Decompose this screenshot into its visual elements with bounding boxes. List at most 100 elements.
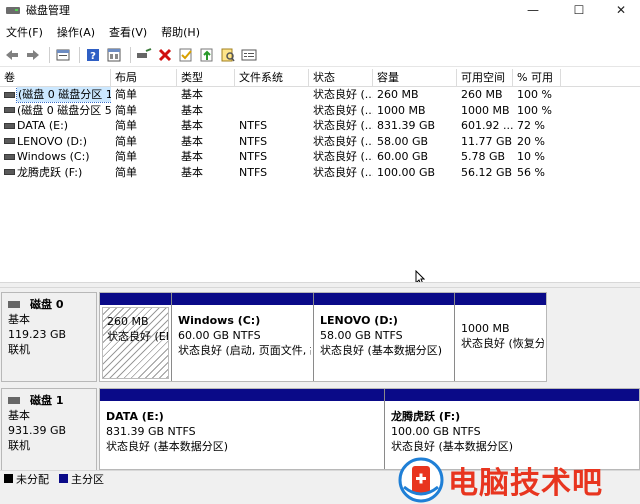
- partition-bar: [172, 293, 313, 305]
- back-icon[interactable]: [3, 46, 21, 64]
- toolbar: ?: [0, 43, 640, 67]
- free-space-cell: 5.78 GB: [461, 150, 506, 163]
- column-header-layout[interactable]: 布局: [111, 69, 177, 87]
- partition-bar: [314, 293, 454, 305]
- partition-state: 状态良好 (基本数据分区): [320, 344, 443, 357]
- search-icon[interactable]: [219, 46, 237, 64]
- status-cell: 状态良好 (...: [313, 165, 373, 179]
- menu-action[interactable]: 操作(A): [50, 24, 102, 40]
- table-row[interactable]: DATA (E:) 简单 基本 NTFS 状态良好 (... 831.39 GB…: [0, 118, 640, 134]
- table-row[interactable]: (磁盘 0 磁盘分区 1) 简单 基本 状态良好 (... 260 MB 260…: [0, 87, 640, 103]
- disk-0-label[interactable]: 磁盘 0 基本 119.23 GB 联机: [1, 292, 97, 382]
- free-space-cell: 601.92 ...: [461, 119, 513, 132]
- partition-size: 831.39 GB NTFS: [106, 425, 196, 438]
- partition-state: 状态良好 (启动, 页面文件, 故障转储, 基本数据分区): [178, 344, 311, 357]
- check-icon[interactable]: [177, 46, 195, 64]
- volume-list-header: 卷 布局 类型 文件系统 状态 容量 可用空间 % 可用: [0, 69, 640, 87]
- column-header-status[interactable]: 状态: [309, 69, 373, 87]
- toolbar-separator: [79, 46, 80, 63]
- connect-icon[interactable]: [135, 46, 153, 64]
- import-icon[interactable]: [198, 46, 216, 64]
- capacity-cell: 260 MB: [377, 88, 419, 101]
- minimize-button[interactable]: —: [510, 0, 556, 20]
- menu-bar: 文件(F) 操作(A) 查看(V) 帮助(H): [0, 22, 640, 42]
- menu-file[interactable]: 文件(F): [0, 24, 50, 40]
- menu-view[interactable]: 查看(V): [102, 24, 154, 40]
- partition-efi[interactable]: 260 MB 状态良好 (EFI 系统分区): [100, 293, 171, 381]
- partition-title: Windows (C:): [178, 314, 261, 327]
- partition-size: 58.00 GB NTFS: [320, 329, 403, 342]
- disk-name: 磁盘 0: [30, 298, 64, 311]
- capacity-cell: 831.39 GB: [377, 119, 436, 132]
- percent-free-cell: 56 %: [517, 165, 545, 179]
- capacity-cell: 1000 MB: [377, 103, 426, 117]
- help-icon[interactable]: ?: [84, 46, 102, 64]
- volume-icon: [4, 169, 15, 176]
- column-header-capacity[interactable]: 容量: [373, 69, 457, 87]
- layout-cell: 简单: [115, 150, 137, 163]
- volume-name: LENOVO (D:): [17, 134, 88, 148]
- type-cell: 基本: [181, 150, 203, 163]
- window-title: 磁盘管理: [26, 4, 70, 17]
- filesystem-cell: NTFS: [239, 119, 268, 132]
- partition-recovery[interactable]: 1000 MB 状态良好 (恢复分区): [454, 293, 546, 381]
- up-level-icon[interactable]: [54, 46, 72, 64]
- title-bar: 磁盘管理 — ☐ ✕: [0, 0, 640, 20]
- layout-cell: 简单: [115, 103, 137, 117]
- disk-type: 基本: [8, 409, 30, 422]
- filesystem-cell: NTFS: [239, 134, 268, 148]
- table-row[interactable]: (磁盘 0 磁盘分区 5) 简单 基本 状态良好 (... 1000 MB 10…: [0, 103, 640, 119]
- column-header-type[interactable]: 类型: [177, 69, 235, 87]
- partition-windows-c[interactable]: Windows (C:) 60.00 GB NTFS 状态良好 (启动, 页面文…: [171, 293, 313, 381]
- forward-icon[interactable]: [24, 46, 42, 64]
- partition-data-e[interactable]: DATA (E:) 831.39 GB NTFS 状态良好 (基本数据分区): [100, 389, 384, 469]
- status-cell: 状态良好 (...: [313, 103, 373, 117]
- status-cell: 状态良好 (...: [313, 150, 373, 163]
- free-space-cell: 11.77 GB: [461, 134, 513, 148]
- percent-free-cell: 100 %: [517, 88, 552, 101]
- disk-1-label[interactable]: 磁盘 1 基本 931.39 GB 联机: [1, 388, 97, 478]
- disk-icon: [8, 397, 20, 404]
- console-icon[interactable]: [240, 46, 258, 64]
- capacity-cell: 58.00 GB: [377, 134, 429, 148]
- disk-size: 119.23 GB: [8, 328, 67, 341]
- filesystem-cell: NTFS: [239, 165, 268, 179]
- percent-free-cell: 72 %: [517, 119, 545, 132]
- layout-cell: 简单: [115, 134, 137, 148]
- disk-status: 联机: [8, 343, 30, 356]
- type-cell: 基本: [181, 134, 203, 148]
- type-cell: 基本: [181, 119, 203, 132]
- column-header-free-space[interactable]: 可用空间: [457, 69, 513, 87]
- disk-size: 931.39 GB: [8, 424, 67, 437]
- disk-0-partitions: 260 MB 状态良好 (EFI 系统分区) Windows (C:) 60.0…: [99, 292, 547, 382]
- disk-management-app-icon: [6, 4, 20, 16]
- legend-unallocated: 未分配: [16, 472, 49, 486]
- disk-icon: [8, 301, 20, 308]
- table-row[interactable]: Windows (C:) 简单 基本 NTFS 状态良好 (... 60.00 …: [0, 149, 640, 165]
- unallocated-swatch: [4, 474, 13, 483]
- table-row[interactable]: 龙腾虎跃 (F:) 简单 基本 NTFS 状态良好 (... 100.00 GB…: [0, 165, 640, 181]
- percent-free-cell: 10 %: [517, 150, 545, 163]
- volume-icon: [4, 91, 15, 98]
- table-row[interactable]: LENOVO (D:) 简单 基本 NTFS 状态良好 (... 58.00 G…: [0, 134, 640, 150]
- column-header-filesystem[interactable]: 文件系统: [235, 69, 309, 87]
- volume-name: 龙腾虎跃 (F:): [17, 165, 83, 179]
- partition-lenovo-d[interactable]: LENOVO (D:) 58.00 GB NTFS 状态良好 (基本数据分区): [313, 293, 454, 381]
- disk-name: 磁盘 1: [30, 394, 64, 407]
- volume-name: (磁盘 0 磁盘分区 5): [17, 103, 111, 117]
- maximize-button[interactable]: ☐: [556, 0, 602, 20]
- partition-size: 60.00 GB NTFS: [178, 329, 261, 342]
- menu-help[interactable]: 帮助(H): [154, 24, 207, 40]
- volume-icon: [4, 153, 15, 160]
- watermark: 电脑技术吧: [398, 455, 640, 504]
- watermark-logo-icon: [398, 457, 444, 502]
- legend-primary-partition: 主分区: [71, 472, 104, 486]
- layout-cell: 简单: [115, 165, 137, 179]
- delete-icon[interactable]: [156, 46, 174, 64]
- partition-bar: [455, 293, 546, 305]
- properties-icon[interactable]: [105, 46, 123, 64]
- close-button[interactable]: ✕: [598, 0, 640, 20]
- column-header-percent-free[interactable]: % 可用: [513, 69, 561, 87]
- column-header-volume[interactable]: 卷: [0, 69, 111, 87]
- partition-size: 1000 MB: [461, 322, 510, 335]
